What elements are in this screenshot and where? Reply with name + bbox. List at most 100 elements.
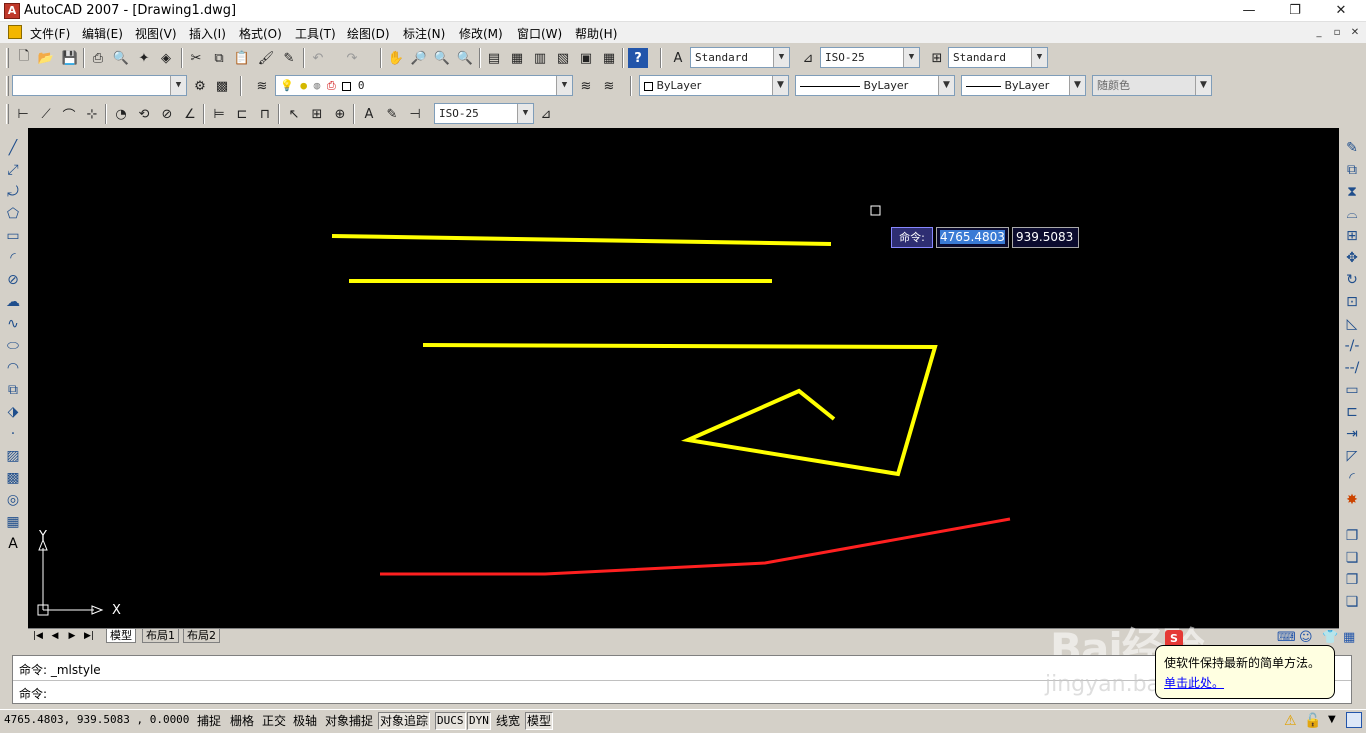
point-icon[interactable]: ·: [3, 424, 23, 444]
ortho-toggle[interactable]: 正交: [260, 712, 288, 730]
draworder-under-icon[interactable]: ❏: [1342, 592, 1362, 612]
first-tab-icon[interactable]: |◀: [31, 630, 45, 642]
toolbar-grip[interactable]: [6, 48, 9, 68]
menu-tools[interactable]: 工具(T): [295, 25, 336, 42]
workspace-select[interactable]: ▼: [12, 75, 187, 96]
menu-edit[interactable]: 编辑(E): [82, 25, 123, 42]
model-toggle[interactable]: 模型: [525, 712, 554, 730]
doc-minimize-button[interactable]: _: [1311, 26, 1327, 40]
table-style-icon[interactable]: ⊞: [927, 48, 947, 68]
undo-icon[interactable]: ↶: [308, 48, 328, 68]
redo-icon[interactable]: ↷: [342, 48, 362, 68]
zoom-window-icon[interactable]: 🔍: [432, 48, 452, 68]
table-icon[interactable]: ▦: [3, 512, 23, 532]
minimize-button[interactable]: —: [1226, 0, 1272, 22]
text-style-select[interactable]: Standard ▼: [690, 47, 790, 68]
otrack-toggle[interactable]: 对象追踪: [378, 712, 431, 730]
status-menu-icon[interactable]: ▼: [1328, 714, 1336, 725]
mirror-icon[interactable]: ⧗: [1342, 182, 1362, 202]
spline-icon[interactable]: ∿: [3, 314, 23, 334]
shirt-icon[interactable]: 👕: [1322, 630, 1338, 645]
fillet-icon[interactable]: ◜: [1342, 468, 1362, 488]
tab-model[interactable]: 模型: [106, 629, 136, 643]
draworder-above-icon[interactable]: ❐: [1342, 570, 1362, 590]
match-properties-icon[interactable]: 🖌: [256, 48, 276, 68]
menu-window[interactable]: 窗口(W): [517, 25, 562, 42]
dynamic-input-x[interactable]: 4765.4803: [936, 227, 1009, 248]
ellipse-arc-icon[interactable]: ◠: [3, 358, 23, 378]
color-select[interactable]: ByLayer ▼: [639, 75, 789, 96]
next-tab-icon[interactable]: ▶: [65, 630, 79, 642]
rectangle-icon[interactable]: ▭: [3, 226, 23, 246]
calculator-icon[interactable]: ▦: [599, 48, 619, 68]
design-center-icon[interactable]: ▦: [507, 48, 527, 68]
array-icon[interactable]: ⊞: [1342, 226, 1362, 246]
revision-cloud-icon[interactable]: ☁: [3, 292, 23, 312]
break-icon[interactable]: ⊏: [1342, 402, 1362, 422]
osnap-toggle[interactable]: 对象捕捉: [323, 712, 375, 730]
block-editor-icon[interactable]: ✎: [279, 48, 299, 68]
cut-icon[interactable]: ✂: [186, 48, 206, 68]
draworder-front-icon[interactable]: ❐: [1342, 526, 1362, 546]
workspace-settings-icon[interactable]: ⚙: [190, 76, 210, 96]
snap-toggle[interactable]: 捕捉: [195, 712, 223, 730]
tab-layout2[interactable]: 布局2: [183, 629, 220, 643]
lineweight-select[interactable]: ByLayer ▼: [961, 75, 1086, 96]
join-icon[interactable]: ⇥: [1342, 424, 1362, 444]
dim-style-select[interactable]: ISO-25 ▼: [820, 47, 920, 68]
sheet-set-icon[interactable]: ▧: [553, 48, 573, 68]
zoom-previous-icon[interactable]: 🔍: [455, 48, 475, 68]
erase-icon[interactable]: ✎: [1342, 138, 1362, 158]
drawing-canvas[interactable]: Y X: [28, 128, 1339, 628]
arc-length-icon[interactable]: ⌒: [59, 104, 79, 124]
open-icon[interactable]: 📂: [36, 48, 56, 68]
polyline-icon[interactable]: ⤾: [3, 182, 23, 202]
layer-select[interactable]: 💡 ● ◍ ⎙ 0 ▼: [275, 75, 573, 96]
lock-icon[interactable]: 🔓: [1304, 713, 1321, 729]
explode-icon[interactable]: ✸: [1342, 490, 1362, 510]
prev-tab-icon[interactable]: ◀: [48, 630, 62, 642]
quick-leader-icon[interactable]: ↖: [284, 104, 304, 124]
menu-modify[interactable]: 修改(M): [459, 25, 503, 42]
angular-icon[interactable]: ∠: [180, 104, 200, 124]
copy-clip-icon[interactable]: ⧉: [209, 48, 229, 68]
keyboard-icon[interactable]: ⌨: [1277, 630, 1296, 645]
close-button[interactable]: ✕: [1318, 0, 1364, 22]
tolerance-icon[interactable]: ⊞: [307, 104, 327, 124]
break-at-point-icon[interactable]: ▭: [1342, 380, 1362, 400]
save-icon[interactable]: 💾: [60, 48, 80, 68]
linear-dimension-icon[interactable]: ⊢: [13, 104, 33, 124]
insert-block-icon[interactable]: ⧉: [3, 380, 23, 400]
radius-icon[interactable]: ◔: [111, 104, 131, 124]
grid-toggle[interactable]: 栅格: [228, 712, 256, 730]
coordinate-readout[interactable]: 4765.4803, 939.5083 , 0.0000: [4, 713, 189, 726]
toolbar-grip[interactable]: [6, 104, 9, 124]
layer-previous-icon[interactable]: ≋: [599, 76, 619, 96]
publish-icon[interactable]: ✦: [134, 48, 154, 68]
help-icon[interactable]: ?: [628, 48, 648, 68]
stretch-icon[interactable]: ◺: [1342, 314, 1362, 334]
plotstyle-select[interactable]: 随颜色 ▼: [1092, 75, 1212, 96]
trim-icon[interactable]: -/-: [1342, 336, 1362, 356]
yellow-polyline[interactable]: [422, 343, 938, 477]
doc-close-button[interactable]: ✕: [1347, 26, 1363, 40]
move-icon[interactable]: ✥: [1342, 248, 1362, 268]
last-tab-icon[interactable]: ▶|: [82, 630, 96, 642]
text-style-icon[interactable]: A: [668, 48, 688, 68]
polygon-icon[interactable]: ⬠: [3, 204, 23, 224]
red-polyline[interactable]: [380, 517, 1011, 576]
user-icon[interactable]: ☺: [1299, 630, 1313, 645]
document-icon[interactable]: [8, 25, 22, 39]
menu-view[interactable]: 视图(V): [135, 25, 177, 42]
zoom-realtime-icon[interactable]: 🔎: [409, 48, 429, 68]
new-icon[interactable]: 🗋: [14, 48, 34, 68]
draworder-back-icon[interactable]: ❏: [1342, 548, 1362, 568]
dimension-edit-icon[interactable]: A: [359, 104, 379, 124]
menu-help[interactable]: 帮助(H): [575, 25, 617, 42]
3d-dwf-icon[interactable]: ◈: [156, 48, 176, 68]
dim-style-select-2[interactable]: ISO-25 ▼: [434, 103, 534, 124]
menu-dimension[interactable]: 标注(N): [403, 25, 445, 42]
region-icon[interactable]: ◎: [3, 490, 23, 510]
tool-palettes-icon[interactable]: ▥: [530, 48, 550, 68]
clean-screen-icon[interactable]: [1346, 712, 1362, 728]
